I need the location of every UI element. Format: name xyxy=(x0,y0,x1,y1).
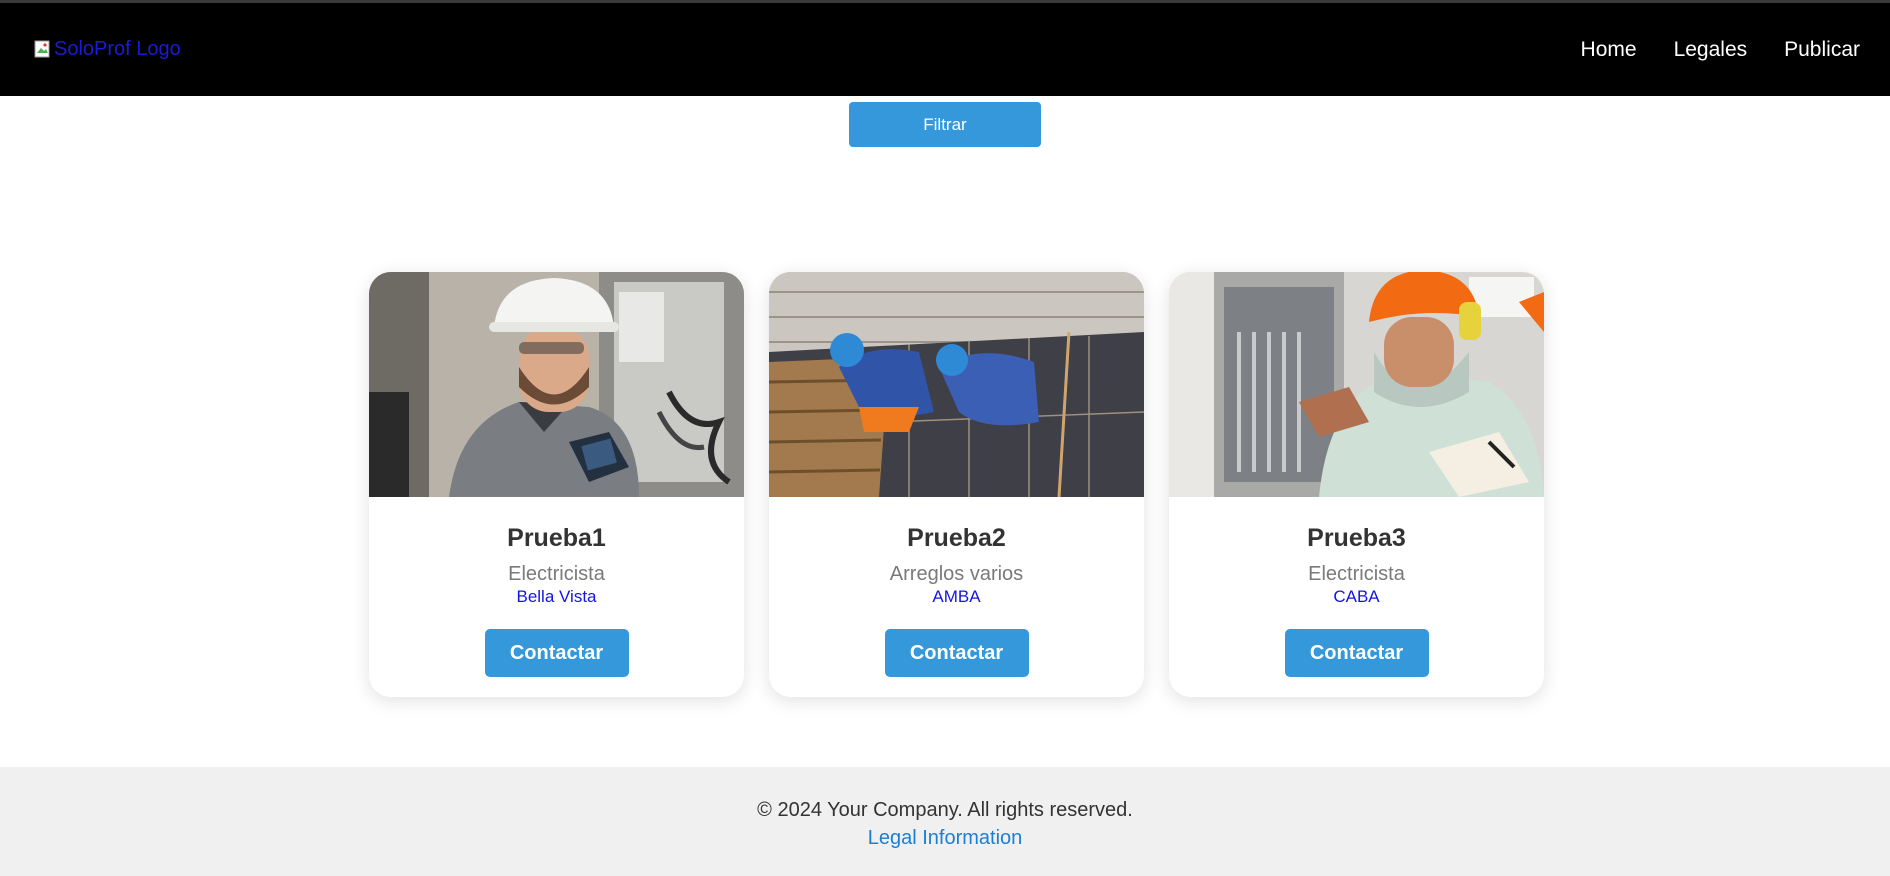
card-title: Prueba3 xyxy=(1307,524,1406,552)
electrician-with-tablet-photo xyxy=(369,272,744,497)
contact-button[interactable]: Contactar xyxy=(1284,629,1429,677)
card-location: AMBA xyxy=(932,587,981,606)
professional-card: Prueba1 Electricista Bella Vista Contact… xyxy=(369,272,744,697)
card-profession: Arreglos varios xyxy=(889,563,1024,585)
navbar: SoloProf Logo Home Legales Publicar xyxy=(0,3,1890,96)
legal-information-link[interactable]: Legal Information xyxy=(868,826,1023,850)
nav-publicar-link[interactable]: Publicar xyxy=(1784,38,1860,62)
construction-workers-photo xyxy=(769,272,1144,497)
logo-link[interactable]: SoloProf Logo xyxy=(34,38,181,61)
electrician-orange-helmet-photo xyxy=(1169,272,1544,497)
broken-image-icon xyxy=(34,40,52,60)
card-title: Prueba1 xyxy=(507,524,606,552)
main-nav: Home Legales Publicar xyxy=(1581,38,1860,62)
contact-button[interactable]: Contactar xyxy=(884,629,1029,677)
contact-button[interactable]: Contactar xyxy=(484,629,629,677)
nav-legales-link[interactable]: Legales xyxy=(1674,38,1748,62)
professional-cards: Prueba1 Electricista Bella Vista Contact… xyxy=(369,272,1544,697)
filter-bar: Filtrar xyxy=(0,102,1890,147)
card-profession: Electricista xyxy=(1308,563,1405,585)
professional-card: Prueba2 Arreglos varios AMBA Contactar xyxy=(769,272,1144,697)
card-location: Bella Vista xyxy=(516,587,597,606)
card-title: Prueba2 xyxy=(907,524,1006,552)
logo-alt-text: SoloProf Logo xyxy=(54,38,181,60)
filter-button[interactable]: Filtrar xyxy=(849,102,1041,147)
nav-home-link[interactable]: Home xyxy=(1581,38,1637,62)
card-location: CABA xyxy=(1333,587,1380,606)
copyright-text: © 2024 Your Company. All rights reserved… xyxy=(757,799,1133,821)
card-profession: Electricista xyxy=(508,563,605,585)
professional-card: Prueba3 Electricista CABA Contactar xyxy=(1169,272,1544,697)
footer: © 2024 Your Company. All rights reserved… xyxy=(0,767,1890,876)
